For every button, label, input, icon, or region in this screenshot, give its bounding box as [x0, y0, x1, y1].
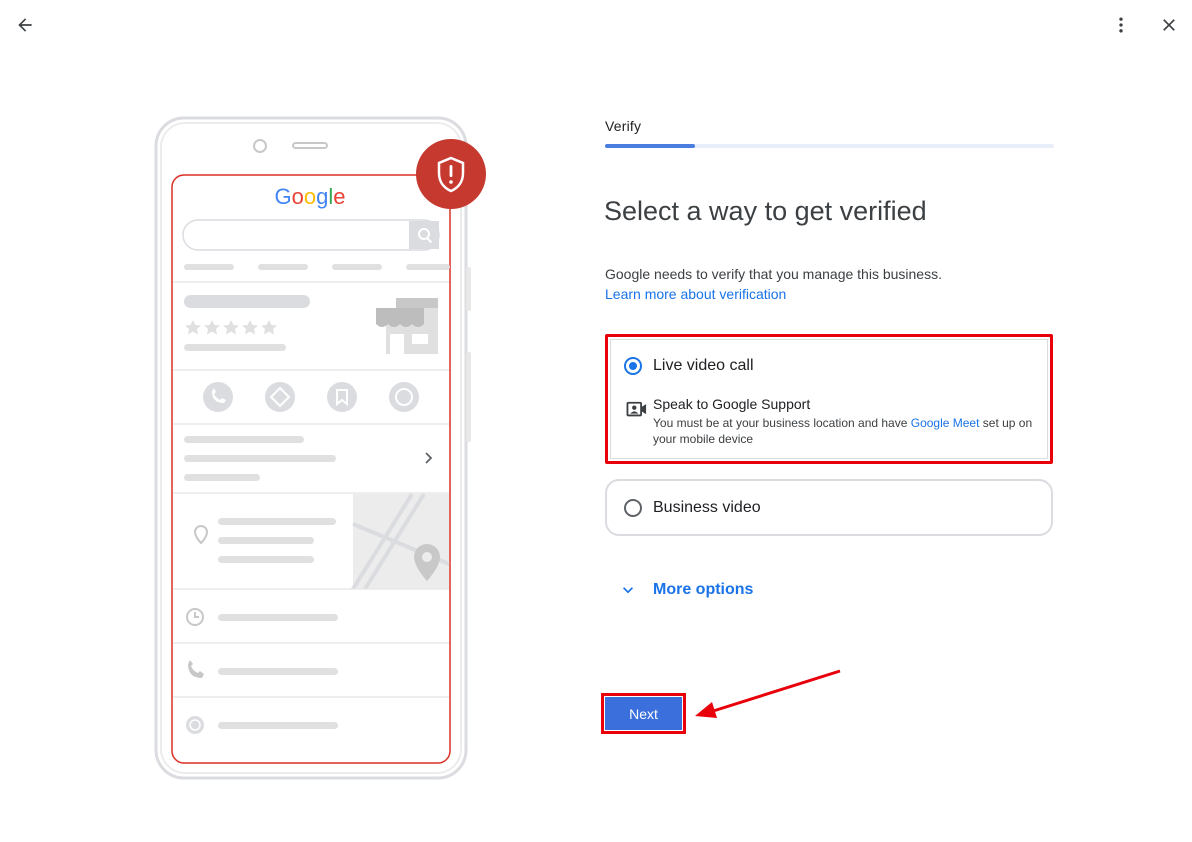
next-button[interactable]: Next	[605, 697, 682, 730]
page-title: Select a way to get verified	[604, 196, 927, 226]
more-options-label: More options	[653, 581, 754, 598]
shield-alert-icon	[416, 139, 486, 209]
more-vert-icon	[1119, 17, 1123, 33]
annotation-arrow-icon	[695, 669, 841, 718]
radio-business-video[interactable]	[624, 499, 642, 517]
radio-live-video-call[interactable]	[624, 357, 642, 375]
chevron-down-icon	[623, 587, 633, 594]
google-logo: Google	[274, 184, 345, 209]
verification-description: Google needs to verify that you manage t…	[605, 266, 942, 282]
google-meet-link[interactable]: Google Meet	[911, 416, 980, 430]
more-options-menu-button[interactable]	[1104, 8, 1138, 42]
close-button[interactable]	[1152, 8, 1186, 42]
option-live-video-call[interactable]: Live video call Speak to Google Support …	[605, 334, 1053, 464]
back-button[interactable]	[8, 8, 42, 42]
step-label: Verify	[605, 118, 642, 134]
option-subtitle: Speak to Google Support	[653, 396, 811, 412]
more-options-toggle[interactable]: More options	[618, 580, 753, 600]
close-icon	[1163, 19, 1175, 31]
phone-illustration: Google	[150, 112, 490, 784]
option-description: You must be at your business location an…	[653, 416, 1033, 446]
option-business-video[interactable]: Business video	[605, 479, 1053, 536]
arrow-back-icon	[18, 18, 32, 32]
video-contact-icon	[626, 401, 647, 417]
progress-fill	[605, 144, 695, 148]
progress-bar	[605, 144, 1054, 148]
option-label: Business video	[653, 499, 761, 516]
option-label: Live video call	[653, 357, 754, 374]
learn-more-link[interactable]: Learn more about verification	[605, 286, 786, 302]
